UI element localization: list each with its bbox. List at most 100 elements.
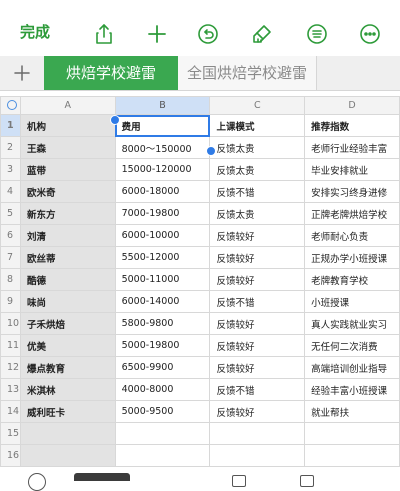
selection-handle-top[interactable] (110, 115, 120, 125)
row-header[interactable]: 6 (0, 224, 21, 247)
table-cell[interactable]: 8000～150000 (114, 136, 211, 159)
table-cell[interactable]: 刘清 (19, 224, 116, 247)
table-cell[interactable]: 王森 (19, 136, 116, 159)
table-cell[interactable] (209, 444, 306, 467)
table-cell[interactable]: 5000-11000 (114, 268, 211, 291)
table-cell[interactable]: 小班授课 (304, 290, 400, 313)
table-cell[interactable]: 老牌教育学校 (304, 268, 400, 291)
table-cell[interactable]: 优美 (19, 334, 116, 357)
row-header[interactable]: 3 (0, 158, 21, 181)
table-cell[interactable]: 安排实习终身进修 (304, 180, 400, 203)
table-cell[interactable]: 15000-120000 (114, 158, 211, 181)
table-cell[interactable] (209, 422, 306, 445)
table-cell[interactable]: 5000-9500 (114, 400, 211, 423)
table-cell[interactable]: 反馈较好 (209, 356, 306, 379)
table-cell[interactable]: 反馈较好 (209, 268, 306, 291)
table-cell[interactable]: 老师耐心负责 (304, 224, 400, 247)
row-header[interactable]: 12 (0, 356, 21, 379)
selection-handle-bottom[interactable] (206, 146, 216, 156)
format-icon[interactable] (305, 22, 329, 46)
row-header[interactable]: 13 (0, 378, 21, 401)
table-cell[interactable]: 米淇林 (19, 378, 116, 401)
row-header[interactable]: 16 (0, 444, 21, 467)
table-cell[interactable]: 6000-14000 (114, 290, 211, 313)
row-header[interactable]: 14 (0, 400, 21, 423)
keyboard-toggle[interactable] (74, 473, 130, 481)
table-cell[interactable]: 味尚 (19, 290, 116, 313)
column-header-d[interactable]: D (304, 96, 400, 115)
table-cell[interactable]: 机构 (19, 114, 116, 137)
table-cell[interactable]: 真人实践就业实习 (304, 312, 400, 335)
table-cell[interactable]: 反馈太贵 (209, 202, 306, 225)
table-cell[interactable]: 欧丝蒂 (19, 246, 116, 269)
table-cell[interactable]: 老师行业经验丰富 (304, 136, 400, 159)
share-icon[interactable] (92, 22, 116, 46)
table-cell[interactable]: 反馈太贵 (209, 158, 306, 181)
table-cell[interactable]: 反馈较好 (209, 334, 306, 357)
table-cell[interactable]: 爆点教育 (19, 356, 116, 379)
table-cell[interactable]: 反馈不错 (209, 378, 306, 401)
table-cell[interactable]: 反馈较好 (209, 312, 306, 335)
circle-icon[interactable] (28, 473, 46, 491)
table-cell[interactable]: 正牌老牌烘焙学校 (304, 202, 400, 225)
table-cell[interactable]: 毕业安排就业 (304, 158, 400, 181)
table-cell[interactable]: 就业帮扶 (304, 400, 400, 423)
table-cell[interactable] (114, 422, 211, 445)
selected-cell[interactable]: 费用 (114, 114, 211, 137)
table-cell[interactable]: 酷德 (19, 268, 116, 291)
table-cell[interactable]: 6500-9900 (114, 356, 211, 379)
table-cell[interactable] (19, 444, 116, 467)
table-cell[interactable]: 反馈太贵 (209, 136, 306, 159)
select-all-corner[interactable] (0, 96, 21, 115)
tab-active-sheet[interactable]: 烘焙学校避雷 (44, 56, 178, 90)
table-cell[interactable]: 5800-9800 (114, 312, 211, 335)
table-cell[interactable] (114, 444, 211, 467)
row-header[interactable]: 7 (0, 246, 21, 269)
table-cell[interactable]: 威利旺卡 (19, 400, 116, 423)
table-cell[interactable]: 上课模式 (209, 114, 306, 137)
table-cell[interactable]: 反馈较好 (209, 224, 306, 247)
undo-icon[interactable] (196, 22, 220, 46)
table-cell[interactable] (304, 444, 400, 467)
column-header-a[interactable]: A (19, 96, 116, 115)
row-header[interactable]: 1 (0, 114, 21, 137)
table-cell[interactable]: 正规办学小班授课 (304, 246, 400, 269)
table-cell[interactable]: 5500-12000 (114, 246, 211, 269)
table-icon[interactable] (300, 475, 314, 487)
row-header[interactable]: 11 (0, 334, 21, 357)
more-icon[interactable] (358, 22, 382, 46)
done-button[interactable]: 完成 (20, 22, 50, 42)
table-cell[interactable]: 反馈不错 (209, 180, 306, 203)
table-cell[interactable] (19, 422, 116, 445)
table-cell[interactable]: 新东方 (19, 202, 116, 225)
row-header[interactable]: 9 (0, 290, 21, 313)
table-cell[interactable]: 欧米奇 (19, 180, 116, 203)
table-cell[interactable] (304, 422, 400, 445)
table-cell[interactable]: 5000-19800 (114, 334, 211, 357)
table-cell[interactable]: 反馈较好 (209, 246, 306, 269)
tab-second-sheet[interactable]: 全国烘焙学校避雷 (178, 56, 317, 90)
cell-icon[interactable] (232, 475, 246, 487)
table-cell[interactable]: 子禾烘焙 (19, 312, 116, 335)
table-cell[interactable]: 6000-10000 (114, 224, 211, 247)
row-header[interactable]: 4 (0, 180, 21, 203)
row-header[interactable]: 10 (0, 312, 21, 335)
table-cell[interactable]: 7000-19800 (114, 202, 211, 225)
table-cell[interactable]: 无任何二次消费 (304, 334, 400, 357)
table-cell[interactable]: 反馈不错 (209, 290, 306, 313)
table-cell[interactable]: 4000-8000 (114, 378, 211, 401)
add-icon[interactable] (145, 22, 169, 46)
brush-icon[interactable] (250, 22, 274, 46)
add-sheet-button[interactable] (6, 56, 38, 90)
column-header-b[interactable]: B (114, 96, 211, 115)
row-header[interactable]: 8 (0, 268, 21, 291)
row-header[interactable]: 2 (0, 136, 21, 159)
table-cell[interactable]: 经验丰富小班授课 (304, 378, 400, 401)
table-cell[interactable]: 蓝带 (19, 158, 116, 181)
table-cell[interactable]: 6000-18000 (114, 180, 211, 203)
table-cell[interactable]: 反馈较好 (209, 400, 306, 423)
row-header[interactable]: 5 (0, 202, 21, 225)
table-cell[interactable]: 高端培训创业指导 (304, 356, 400, 379)
column-header-c[interactable]: C (209, 96, 306, 115)
table-cell[interactable]: 推荐指数 (304, 114, 400, 137)
